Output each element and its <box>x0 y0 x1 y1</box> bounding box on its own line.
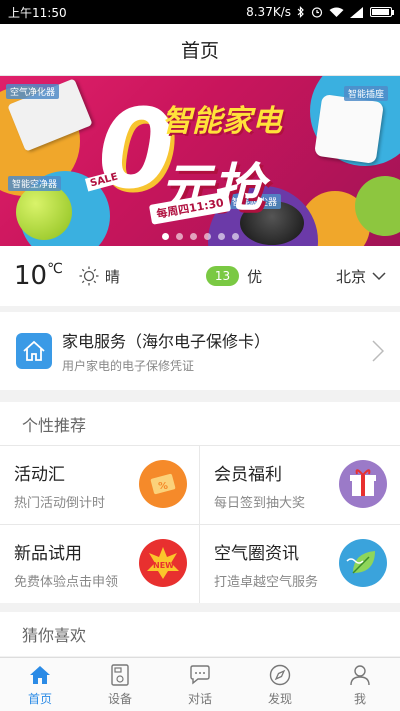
svg-text:%: % <box>158 481 168 492</box>
chevron-right-icon <box>372 340 384 362</box>
city-name: 北京 <box>335 267 366 286</box>
promo-banner[interactable]: 空气净化器 智能插座 智能空净器 智能吸尘器 0 智能家电 元抢 SALE 每周… <box>0 76 400 246</box>
recommend-item-member[interactable]: 会员福利 每日签到抽大奖 <box>200 446 399 524</box>
aqi-label: 优 <box>247 267 263 286</box>
tab-me[interactable]: 我 <box>320 658 400 711</box>
weather-condition: 晴 <box>104 267 120 286</box>
svg-text:NEW: NEW <box>153 561 174 570</box>
bottom-tab-bar: 首页 设备 对话 发现 我 <box>0 657 400 711</box>
tab-label: 发现 <box>267 691 292 706</box>
sun-icon <box>79 266 99 286</box>
chat-icon <box>190 664 210 684</box>
leaf-icon <box>339 539 387 587</box>
recommend-item-trial[interactable]: 新品试用 免费体验点击申领 NEW <box>0 525 199 603</box>
status-time: 上午11:50 <box>8 5 67 20</box>
service-subtitle: 用户家电的电子保修凭证 <box>62 359 195 373</box>
product-tag: 智能插座 <box>344 86 389 101</box>
appliance-service-card[interactable]: 家电服务（海尔电子保修卡） 用户家电的电子保修凭证 <box>0 312 400 390</box>
recommend-heading: 个性推荐 <box>0 402 400 446</box>
battery-icon <box>370 7 394 17</box>
tab-chat[interactable]: 对话 <box>160 658 240 711</box>
ticket-icon: % <box>139 460 187 508</box>
recommend-item-air-news[interactable]: 空气圈资讯 打造卓越空气服务 <box>200 525 399 603</box>
wifi-icon <box>329 7 344 17</box>
carousel-dot[interactable] <box>161 233 169 240</box>
carousel-dot[interactable] <box>217 233 225 240</box>
service-title: 家电服务（海尔电子保修卡） <box>62 332 271 351</box>
tab-devices[interactable]: 设备 <box>80 658 160 711</box>
smart-plug-image <box>313 93 385 165</box>
bluetooth-icon <box>297 6 304 18</box>
chevron-down-icon <box>372 271 386 280</box>
title-bar: 首页 <box>0 24 400 76</box>
status-bar: 上午11:50 8.37K/s <box>0 0 400 24</box>
banner-headline: 智能家电 <box>162 104 282 139</box>
home-icon <box>30 665 50 684</box>
new-product-icon: NEW <box>139 539 187 587</box>
alarm-icon <box>311 7 323 18</box>
weather-bar: 10℃ 晴 13 优 北京 <box>0 246 400 306</box>
aqi-badge: 13 <box>205 266 240 286</box>
carousel-dot[interactable] <box>175 233 183 240</box>
tab-label: 对话 <box>187 691 212 706</box>
person-icon <box>350 664 370 685</box>
green-purifier-image <box>16 184 72 240</box>
recommend-grid: 活动汇 热门活动倒计时 % 会员福利 每日签到抽大奖 新品试用 免费体验点击申领… <box>0 446 400 603</box>
signal-icon <box>350 6 363 18</box>
compass-icon <box>269 664 291 685</box>
product-tag: 空气净化器 <box>6 84 60 99</box>
carousel-dot[interactable] <box>189 233 197 240</box>
status-right: 8.37K/s <box>246 5 394 19</box>
house-icon <box>16 333 52 369</box>
tab-home[interactable]: 首页 <box>0 658 80 711</box>
device-icon <box>111 663 129 686</box>
page-title: 首页 <box>180 40 219 62</box>
tab-label: 设备 <box>107 691 132 706</box>
network-speed: 8.37K/s <box>246 5 291 19</box>
gift-icon <box>339 460 387 508</box>
carousel-dots <box>0 233 400 240</box>
carousel-dot[interactable] <box>231 233 239 240</box>
tab-label: 我 <box>353 691 366 706</box>
tab-discover[interactable]: 发现 <box>240 658 320 711</box>
product-tag: 智能空净器 <box>8 176 62 191</box>
air-quality: 13 优 <box>205 266 263 287</box>
carousel-dot[interactable] <box>203 233 211 240</box>
temperature: 10℃ <box>14 261 63 291</box>
city-selector[interactable]: 北京 <box>336 266 386 287</box>
guess-heading: 猜你喜欢 <box>0 612 400 656</box>
recommend-item-activities[interactable]: 活动汇 热门活动倒计时 % <box>0 446 199 524</box>
tab-label: 首页 <box>27 691 52 706</box>
